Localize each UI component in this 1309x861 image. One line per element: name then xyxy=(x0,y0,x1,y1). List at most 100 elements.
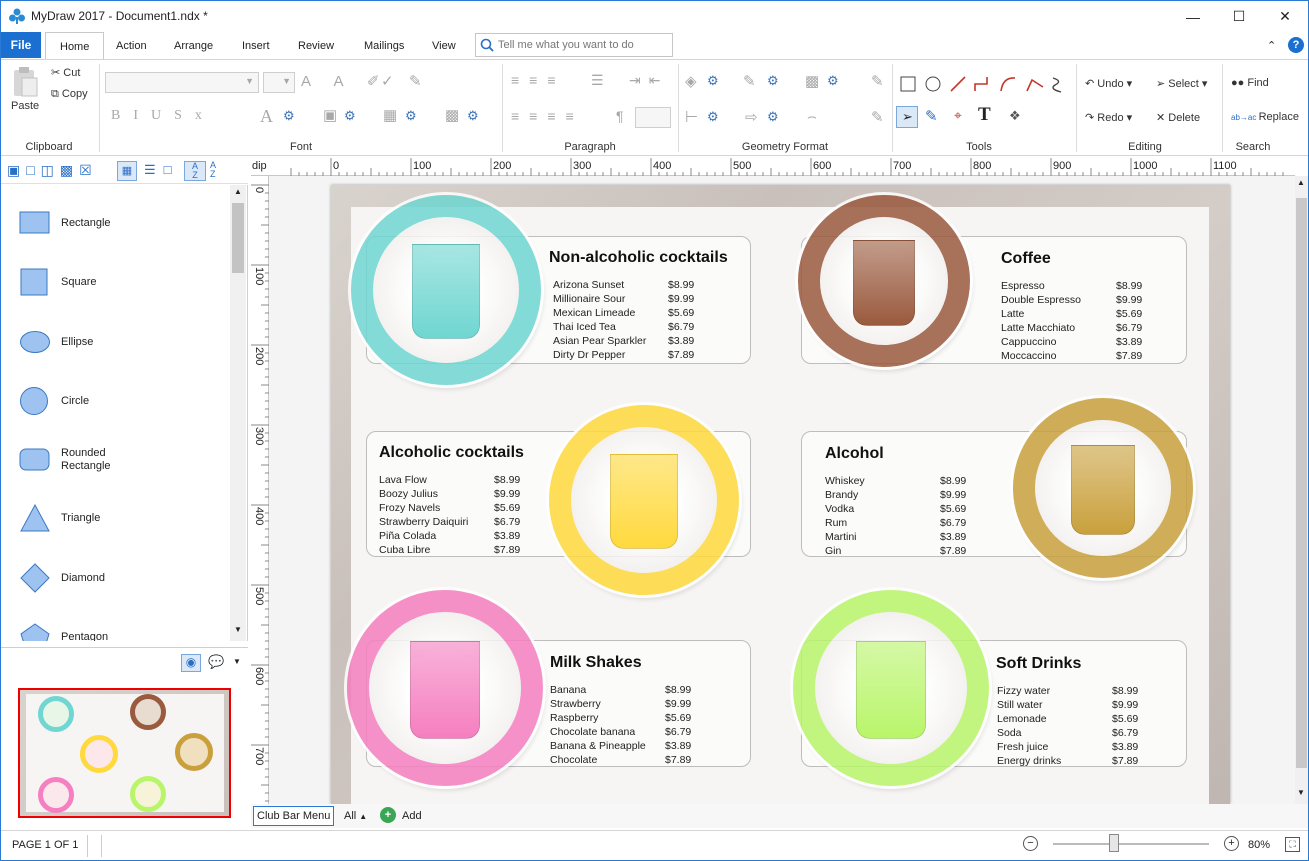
menu-item-name: Banana xyxy=(550,684,587,696)
corner-rounding-icon[interactable]: ⌢ xyxy=(807,108,817,125)
outline-color-icon[interactable]: ▦ xyxy=(383,106,397,124)
shape-shadow-icon[interactable]: ▩ xyxy=(805,72,819,90)
tab-home[interactable]: Home xyxy=(45,32,105,61)
pan-zoom-icon[interactable]: ◉ xyxy=(181,654,201,672)
drawing-page[interactable]: Non-alcoholic cocktails Arizona Sunset $8.… xyxy=(331,185,1230,804)
brush-icon[interactable]: ✎ xyxy=(409,72,422,90)
tell-me-input[interactable]: Tell me what you want to do xyxy=(475,33,673,57)
copy-button[interactable]: ⧉ Copy xyxy=(51,88,88,101)
library-file-icons[interactable]: ▣□◫▩☒ xyxy=(7,162,98,179)
add-sheet-button[interactable]: Add xyxy=(402,810,422,822)
scroll-down-icon[interactable]: ▼ xyxy=(234,625,242,634)
font-size-select[interactable]: ▼ xyxy=(263,72,295,93)
bullets-icon[interactable]: ☰ xyxy=(591,72,604,89)
zoom-slider[interactable] xyxy=(1053,843,1209,845)
line-end-icon[interactable]: ⇨ xyxy=(745,108,758,126)
zoom-slider-thumb[interactable] xyxy=(1109,834,1119,852)
minimize-icon[interactable]: — xyxy=(1170,1,1216,32)
gear-icon[interactable]: ⚙ xyxy=(827,73,839,89)
line-spacing-select[interactable] xyxy=(635,107,671,128)
align-horizontal-icons[interactable]: ≡≡≡≡ xyxy=(511,108,584,124)
shape-pentagon[interactable]: Pentagon xyxy=(1,621,230,641)
paste-icon[interactable] xyxy=(11,66,39,98)
fill-bucket-icon[interactable]: ◈ xyxy=(685,72,697,90)
comments-icon[interactable]: 💬 xyxy=(208,654,224,670)
help-icon[interactable]: ? xyxy=(1288,37,1304,53)
drawing-canvas[interactable]: Non-alcoholic cocktails Arizona Sunset $8.… xyxy=(269,176,1308,804)
font-family-select[interactable]: ▼ xyxy=(105,72,259,93)
text-style-icons[interactable]: BIUSx xyxy=(111,108,215,124)
zoom-out-icon[interactable]: − xyxy=(1023,836,1038,851)
indent-icons[interactable]: ⇥⇤ xyxy=(629,72,668,89)
gear-icon[interactable]: ⚙ xyxy=(767,109,779,125)
find-button[interactable]: ●● Find xyxy=(1231,77,1269,89)
list-view-icons[interactable]: ☰□ xyxy=(144,162,180,178)
gear-icon[interactable]: ⚙ xyxy=(767,73,779,89)
line-color-icon[interactable]: ✎ xyxy=(743,72,756,90)
tab-arrange[interactable]: Arrange xyxy=(160,32,227,60)
shape-rounded-rectangle[interactable]: Rounded Rectangle xyxy=(19,447,121,473)
shape-rectangle[interactable]: Rectangle xyxy=(19,211,111,235)
pointer-tool-button[interactable]: ➢ xyxy=(896,106,918,128)
sort-za-icon[interactable]: AZ xyxy=(210,161,216,179)
eyedropper-icon[interactable]: ✎ xyxy=(871,72,884,90)
format-painter-icon[interactable]: ✓ xyxy=(381,72,394,90)
tab-review[interactable]: Review xyxy=(284,32,348,60)
all-sheets-button[interactable]: All ▲ xyxy=(344,810,367,822)
tab-view[interactable]: View xyxy=(418,32,470,60)
canvas-vertical-scrollbar[interactable]: ▲ ▼ xyxy=(1295,176,1308,804)
icon-view-icon[interactable]: ▦ xyxy=(117,161,137,181)
add-sheet-icon[interactable]: + xyxy=(380,807,396,823)
shape-diamond[interactable]: Diamond xyxy=(19,563,105,593)
replace-button[interactable]: ab→ac Replace xyxy=(1231,111,1299,123)
scroll-up-icon[interactable]: ▲ xyxy=(1297,178,1305,187)
align-vertical-icons[interactable]: ≡≡≡ xyxy=(511,72,566,88)
chevron-down-icon[interactable]: ▼ xyxy=(233,657,241,666)
gear-icon[interactable]: ⚙ xyxy=(405,108,417,124)
shape-triangle[interactable]: Triangle xyxy=(19,504,100,532)
undo-button[interactable]: ↶ Undo ▾ xyxy=(1085,77,1132,90)
redo-button[interactable]: ↷ Redo ▾ xyxy=(1085,111,1132,124)
pen-tool-icon[interactable]: ✎ xyxy=(925,107,938,125)
tab-mailings[interactable]: Mailings xyxy=(350,32,418,60)
tab-insert[interactable]: Insert xyxy=(228,32,284,60)
text-color-icon[interactable]: A xyxy=(260,106,273,127)
shape-square[interactable]: Square xyxy=(19,268,96,296)
file-menu-button[interactable]: File xyxy=(1,32,41,58)
text-tool-icon[interactable]: T xyxy=(978,104,991,126)
close-icon[interactable]: ✕ xyxy=(1262,1,1308,32)
lasso-tool-icon[interactable]: ❖ xyxy=(1009,108,1021,124)
maximize-icon[interactable]: ☐ xyxy=(1216,1,1262,32)
shapes-scrollbar[interactable]: ▲ ▼ xyxy=(230,185,246,641)
select-button[interactable]: ➢ Select ▾ xyxy=(1156,77,1207,90)
sheet-tab-club-bar-menu[interactable]: Club Bar Menu xyxy=(253,806,335,826)
scroll-down-icon[interactable]: ▼ xyxy=(1297,788,1305,797)
fill-color-icon[interactable]: ▣ xyxy=(323,106,337,124)
clear-format-icon[interactable]: ✎ xyxy=(871,108,884,126)
zoom-in-icon[interactable]: + xyxy=(1224,836,1239,851)
gear-icon[interactable]: ⚙ xyxy=(467,108,479,124)
collapse-ribbon-icon[interactable]: ⌃ xyxy=(1267,39,1276,52)
connection-point-icon[interactable]: ⌖ xyxy=(954,107,962,124)
scroll-up-icon[interactable]: ▲ xyxy=(234,187,242,196)
sort-az-icon[interactable]: AZ xyxy=(184,161,206,181)
line-begin-icon[interactable]: ⊢ xyxy=(685,108,698,126)
shape-circle[interactable]: Circle xyxy=(19,386,89,416)
paragraph-marks-icon[interactable]: ¶ xyxy=(616,108,624,124)
gear-icon[interactable]: ⚙ xyxy=(707,73,719,89)
scroll-thumb[interactable] xyxy=(1296,198,1307,768)
cut-button[interactable]: ✂ Cut xyxy=(51,66,80,79)
delete-button[interactable]: ✕ Delete xyxy=(1156,111,1200,124)
shadow-icon[interactable]: ▩ xyxy=(445,106,459,124)
paste-button[interactable]: Paste xyxy=(11,100,39,112)
shape-ellipse[interactable]: Ellipse xyxy=(19,330,93,354)
scroll-thumb[interactable] xyxy=(232,203,244,273)
fit-page-icon[interactable]: ⛶ xyxy=(1285,837,1300,852)
tab-action[interactable]: Action xyxy=(102,32,161,60)
navigator-viewport[interactable] xyxy=(18,688,231,818)
gear-icon[interactable]: ⚙ xyxy=(283,108,295,124)
gear-icon[interactable]: ⚙ xyxy=(344,108,356,124)
font-grow-shrink-icons[interactable]: A A ✐ xyxy=(301,72,389,90)
gear-icon[interactable]: ⚙ xyxy=(707,109,719,125)
drawing-tools[interactable] xyxy=(899,75,1069,95)
